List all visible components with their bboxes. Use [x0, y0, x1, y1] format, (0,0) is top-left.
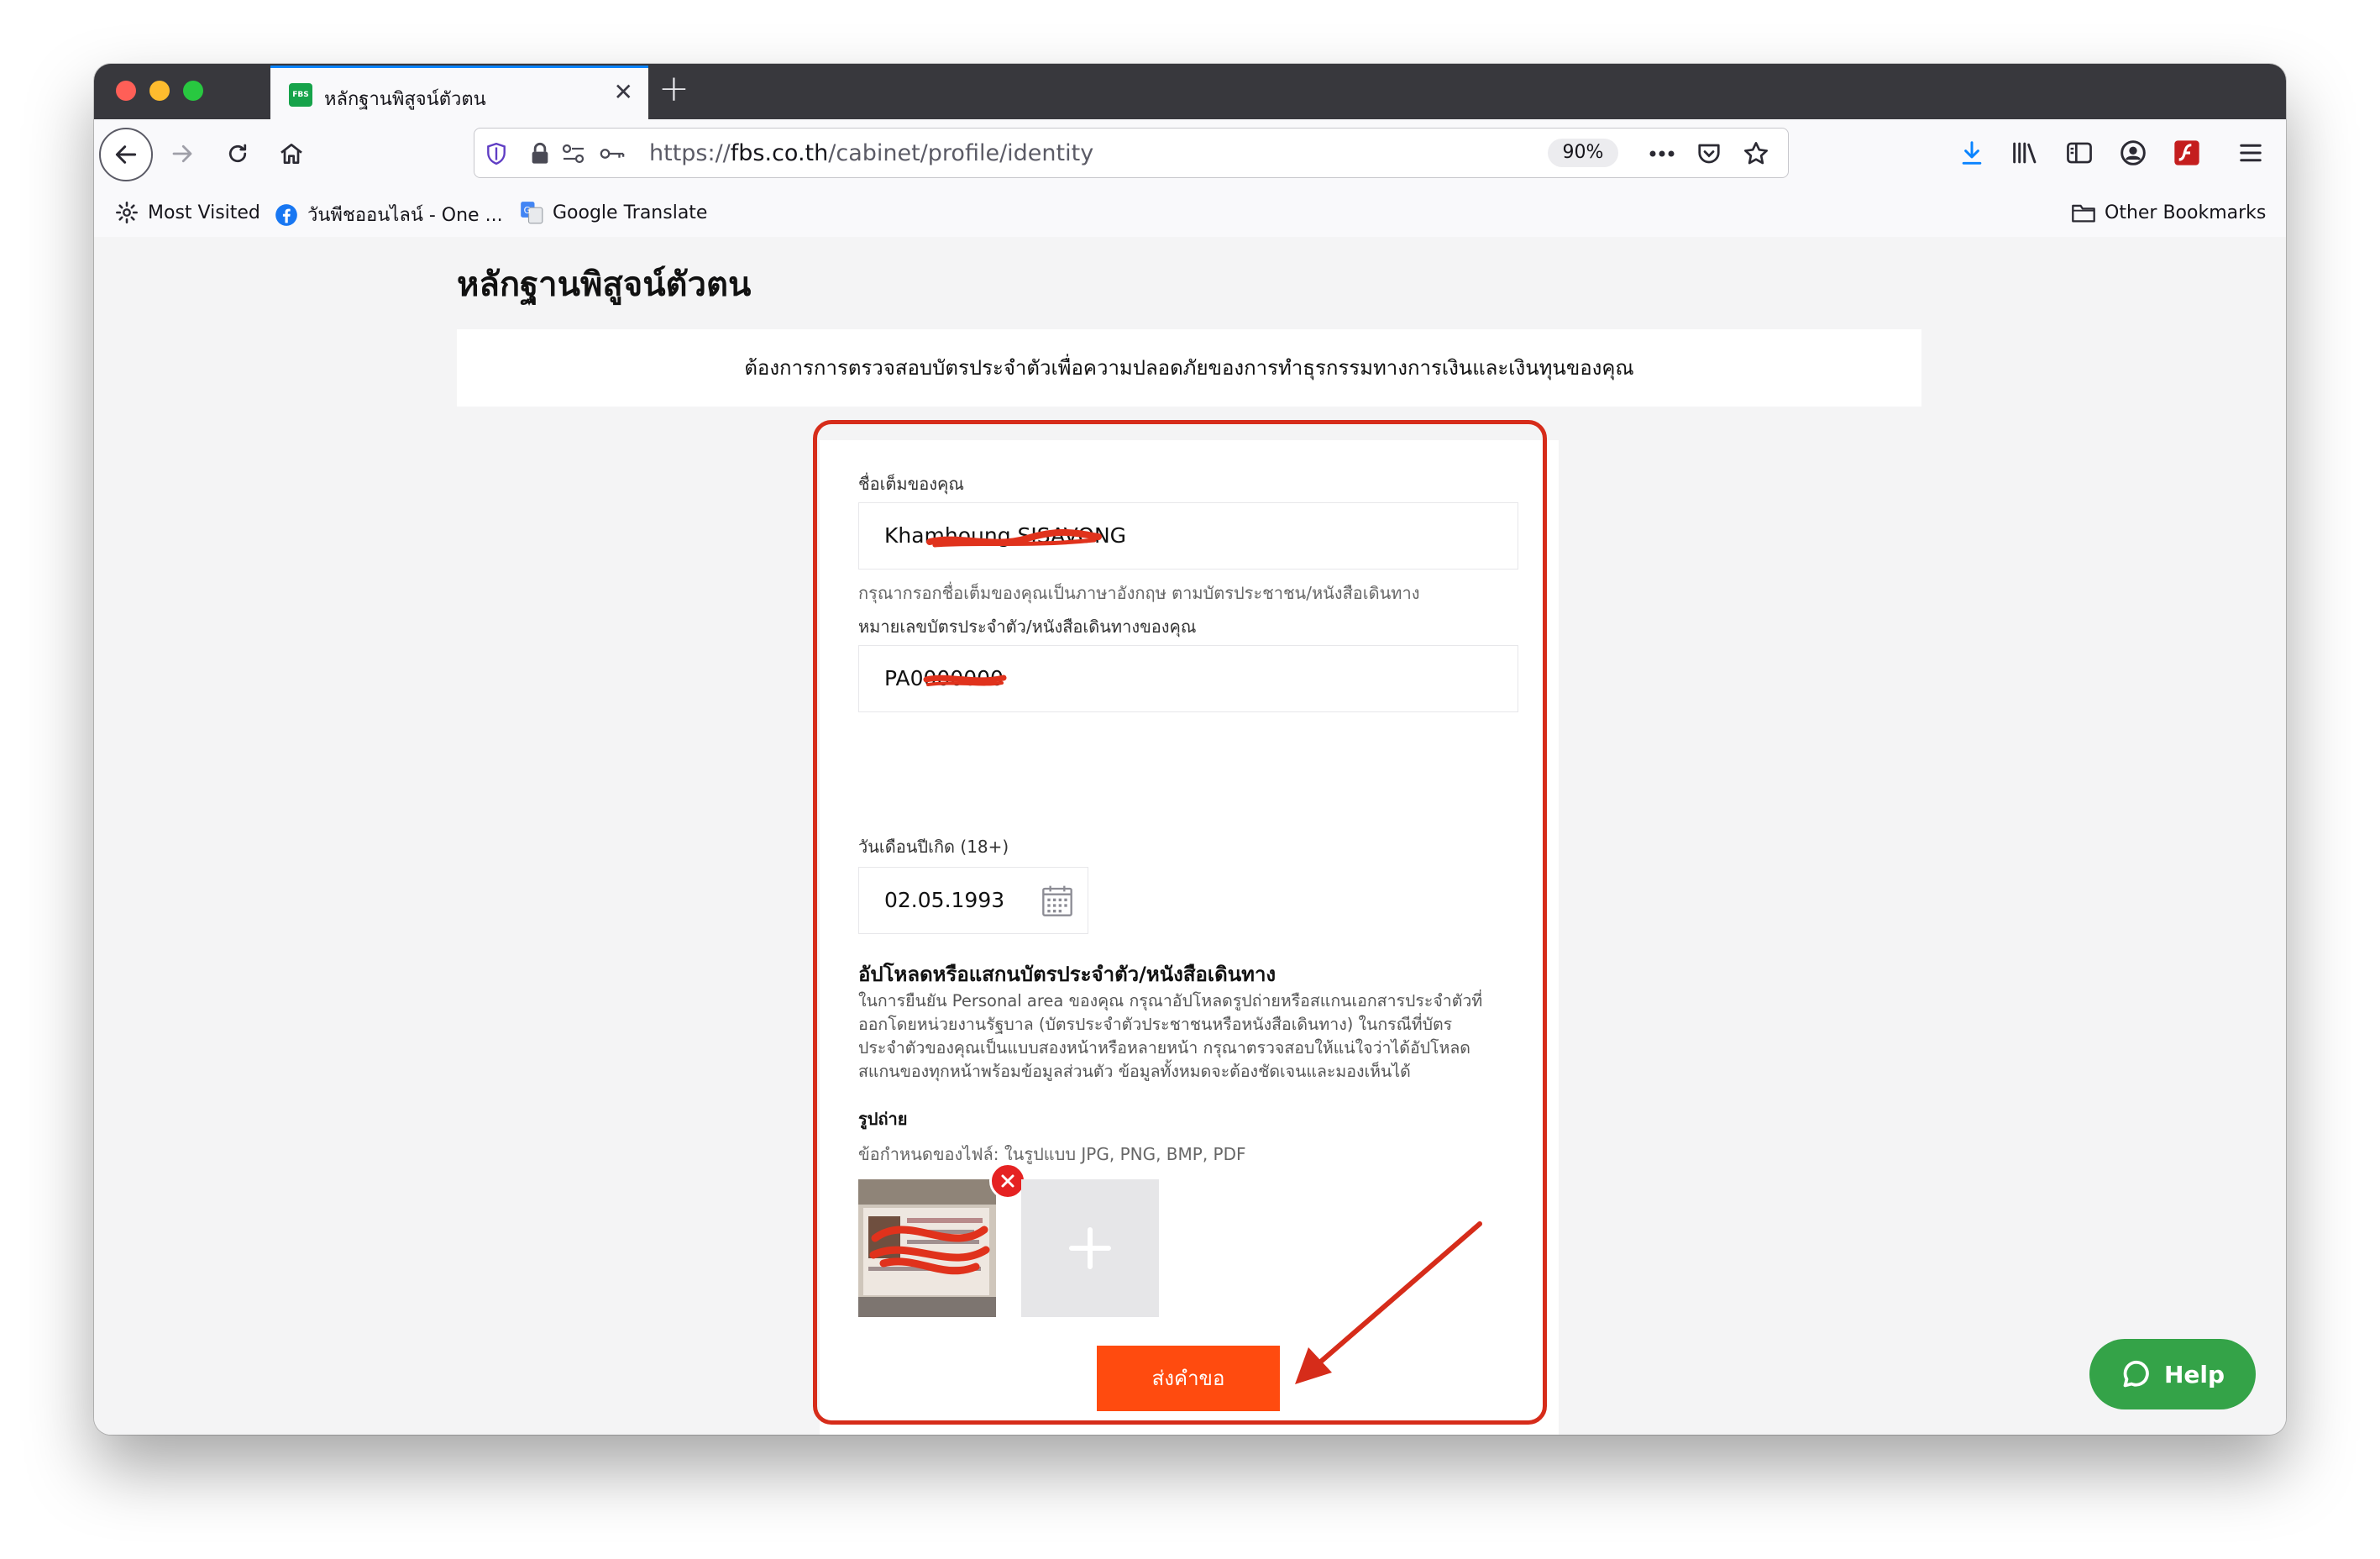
bookmark-google-translate[interactable]: G Google Translate [519, 200, 707, 225]
tab-title: หลักฐานพิสูจน์ตัวตน [324, 89, 486, 110]
url-scheme: https:// [649, 140, 731, 166]
other-bookmarks[interactable]: Other Bookmarks [2071, 200, 2266, 225]
page-title: หลักฐานพิสูจน์ตัวตน [457, 265, 752, 304]
library-icon[interactable] [2009, 136, 2042, 170]
back-button[interactable] [99, 128, 153, 181]
bookmark-label: Most Visited [148, 202, 260, 223]
home-button[interactable] [270, 133, 312, 175]
upload-desc-line: ประจำตัวของคุณเป็นแบบสองหน้าหรือหลายหน้า… [858, 1038, 1470, 1058]
url-path: /cabinet/profile/identity [828, 140, 1094, 166]
id-number-field[interactable]: PA0000000 [858, 645, 1518, 712]
uploaded-document-thumbnail[interactable] [858, 1179, 996, 1317]
url-host: fbs.co.th [730, 140, 829, 166]
tab-strip: FBS หลักฐานพิสูจน์ตัวตน ✕ + [94, 64, 2286, 119]
dob-value: 02.05.1993 [884, 888, 1005, 912]
upload-section-title: อัปโหลดหรือแสกนบัตรประจำตัว/หนังสือเดินท… [858, 963, 1276, 986]
sidebar-icon[interactable] [2063, 136, 2096, 170]
key-icon[interactable] [599, 140, 626, 167]
svg-text:G: G [524, 206, 531, 216]
bookmarks-bar: Most Visited วันพีชออนไลน์ - One ... G G… [94, 188, 2286, 238]
bookmark-star-icon[interactable] [1743, 140, 1769, 167]
bookmark-label: วันพีชออนไลน์ - One ... [307, 205, 503, 226]
identity-form: ชื่อเต็มของคุณ Khamhoung SISAVONG กรุณาก… [820, 440, 1559, 1435]
gear-icon [114, 200, 139, 225]
add-photo-button[interactable] [1021, 1179, 1159, 1317]
lock-icon[interactable] [527, 140, 553, 167]
upload-desc-line: ในการยืนยัน Personal area ของคุณ กรุณาอั… [858, 991, 1483, 1010]
upload-desc-line: สแกนของทุกหน้าพร้อมข้อมูลส่วนตัว ข้อมูลท… [858, 1062, 1411, 1081]
fullname-label: ชื่อเต็มของคุณ [858, 474, 964, 494]
info-banner: ต้องการการตรวจสอบบัตรประจำตัวเพื่อความปล… [457, 329, 1921, 407]
menu-icon[interactable] [2234, 136, 2267, 170]
id-number-value: PA0000000 [884, 666, 1004, 690]
page-content: หลักฐานพิสูจน์ตัวตน ต้องการการตรวจสอบบัต… [94, 237, 2286, 1435]
pocket-icon[interactable] [1696, 140, 1722, 167]
upload-desc-line: ออกโดยหน่วยงานรัฐบาล (บัตรประจำตัวประชาช… [858, 1015, 1453, 1034]
reload-icon [228, 144, 247, 163]
fullname-hint: กรุณากรอกชื่อเต็มของคุณเป็นภาษาอังกฤษ ตา… [858, 583, 1420, 603]
arrow-right-icon [172, 144, 192, 163]
upload-description: ในการยืนยัน Personal area ของคุณ กรุณาอั… [858, 989, 1530, 1084]
page-actions-icon[interactable] [1649, 140, 1675, 167]
plus-icon [1069, 1227, 1111, 1269]
close-tab-icon[interactable]: ✕ [614, 78, 633, 106]
downloads-icon[interactable] [1955, 136, 1989, 170]
bookmark-facebook[interactable]: วันพีชออนไลน์ - One ... [274, 200, 503, 229]
document-photo [858, 1179, 996, 1317]
google-translate-icon: G [519, 200, 544, 225]
reload-button[interactable] [217, 133, 259, 175]
dob-field[interactable]: 02.05.1993 [858, 867, 1088, 934]
close-window-button[interactable] [116, 81, 136, 101]
browser-window: FBS หลักฐานพิสูจน์ตัวตน ✕ + https://fbs.… [94, 64, 2286, 1435]
bookmark-label: Google Translate [553, 202, 708, 223]
id-label: หมายเลขบัตรประจำตัว/หนังสือเดินทางของคุณ [858, 617, 1197, 637]
minimize-window-button[interactable] [149, 81, 170, 101]
nav-toolbar: https://fbs.co.th/cabinet/profile/identi… [94, 119, 2286, 188]
address-bar[interactable]: https://fbs.co.th/cabinet/profile/identi… [474, 128, 1789, 178]
permissions-icon[interactable] [560, 140, 587, 167]
fullname-value: Khamhoung SISAVONG [884, 523, 1127, 548]
account-icon[interactable] [2116, 136, 2150, 170]
dob-label: วันเดือนปีเกิด (18+) [858, 837, 1009, 857]
other-bookmarks-label: Other Bookmarks [2105, 202, 2267, 223]
zoom-indicator[interactable]: 90% [1548, 139, 1618, 167]
help-chat-button[interactable]: Help [2089, 1339, 2256, 1409]
new-tab-button[interactable]: + [658, 67, 689, 110]
help-label: Help [2163, 1360, 2225, 1388]
chat-bubble-icon [2123, 1360, 2149, 1388]
photo-label: รูปถ่าย [858, 1109, 908, 1129]
file-rules-text: ข้อกำหนดของไฟล์: ในรูปแบบ JPG, PNG, BMP,… [858, 1144, 1246, 1164]
zoom-window-button[interactable] [183, 81, 203, 101]
home-icon [280, 144, 302, 164]
url-text[interactable]: https://fbs.co.th/cabinet/profile/identi… [649, 140, 1093, 166]
facebook-icon [274, 202, 299, 228]
calendar-icon[interactable] [1041, 884, 1074, 918]
arrow-left-icon [115, 145, 137, 164]
folder-icon [2071, 200, 2096, 225]
fbs-favicon-icon: FBS [289, 83, 312, 107]
fullname-field[interactable]: Khamhoung SISAVONG [858, 502, 1518, 570]
close-icon [1001, 1174, 1014, 1188]
tab-active[interactable]: FBS หลักฐานพิสูจน์ตัวตน ✕ [270, 66, 648, 119]
forward-button[interactable] [161, 133, 203, 175]
submit-request-button[interactable]: ส่งคำขอ [1097, 1346, 1280, 1411]
flash-extension-icon[interactable] [2170, 136, 2204, 170]
shield-icon[interactable] [483, 140, 510, 167]
bookmark-most-visited[interactable]: Most Visited [114, 200, 260, 225]
